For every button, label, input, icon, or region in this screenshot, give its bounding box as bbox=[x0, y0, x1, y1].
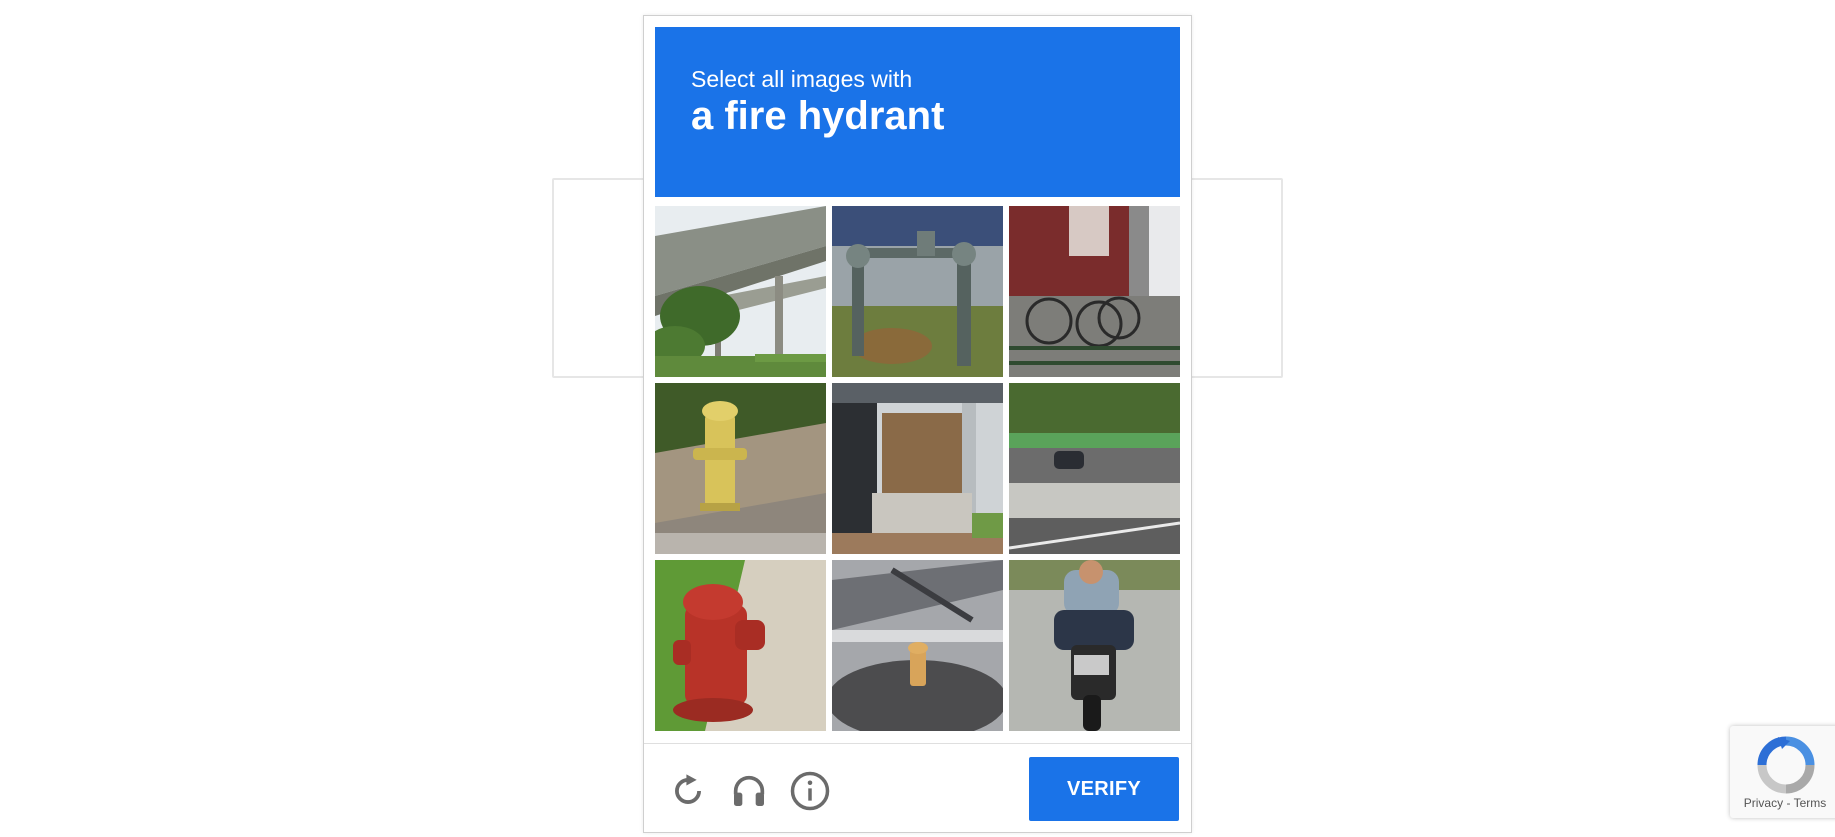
terms-link[interactable]: Terms bbox=[1794, 796, 1827, 810]
verify-button[interactable]: VERIFY bbox=[1029, 757, 1179, 821]
privacy-link[interactable]: Privacy bbox=[1744, 796, 1783, 810]
prompt-target: a fire hydrant bbox=[691, 94, 945, 138]
reload-button[interactable] bbox=[665, 768, 711, 814]
image-tile-5[interactable] bbox=[832, 383, 1003, 554]
image-tile-7[interactable] bbox=[655, 560, 826, 731]
image-grid bbox=[655, 206, 1180, 731]
badge-links: Privacy - Terms bbox=[1730, 796, 1835, 810]
reload-icon bbox=[675, 774, 701, 804]
image-tile-9[interactable] bbox=[1009, 560, 1180, 731]
headphones-icon bbox=[733, 775, 765, 806]
challenge-header: Select all images with a fire hydrant bbox=[655, 27, 1180, 197]
link-separator: - bbox=[1786, 796, 1791, 810]
image-tile-8[interactable] bbox=[832, 560, 1003, 731]
image-tile-6[interactable] bbox=[1009, 383, 1180, 554]
help-button[interactable] bbox=[787, 768, 833, 814]
image-tile-1[interactable] bbox=[655, 206, 826, 377]
recaptcha-badge: Privacy - Terms bbox=[1730, 726, 1835, 818]
audio-challenge-button[interactable] bbox=[726, 768, 772, 814]
info-icon bbox=[790, 771, 830, 811]
image-tile-2[interactable] bbox=[832, 206, 1003, 377]
image-tile-3[interactable] bbox=[1009, 206, 1180, 377]
image-tile-4[interactable] bbox=[655, 383, 826, 554]
captcha-challenge: Select all images with a fire hydrant VE… bbox=[643, 15, 1192, 833]
recaptcha-logo-icon bbox=[1757, 736, 1815, 794]
prompt-line1: Select all images with bbox=[691, 66, 913, 92]
footer-divider bbox=[644, 743, 1191, 744]
